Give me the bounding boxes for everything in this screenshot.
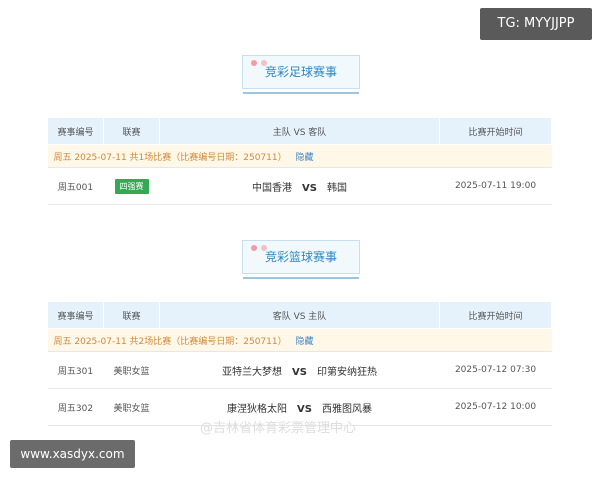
match-id: 周五001	[47, 167, 104, 205]
match-time: 2025-07-12 10:00	[439, 388, 552, 426]
col-teams: 客队 VS 主队	[159, 301, 440, 329]
match-teams: 亚特兰大梦想 VS 印第安纳狂热	[159, 351, 440, 389]
decor-dots	[251, 231, 271, 263]
tg-watermark: TG: MYYJJPP	[480, 8, 592, 40]
vs-label: VS	[292, 366, 307, 378]
col-match-id: 赛事编号	[47, 117, 104, 145]
away-team: 康涅狄格太阳	[227, 403, 288, 415]
vs-label: VS	[297, 403, 312, 415]
decor-dots	[251, 46, 271, 78]
home-team: 印第安纳狂热	[316, 366, 377, 378]
football-section-title: 竞彩足球赛事	[242, 55, 360, 94]
basketball-date-text: 周五 2025-07-11 共2场比赛（比赛编号日期：250711）	[53, 336, 287, 347]
league-name: 美职女篮	[103, 388, 160, 426]
match-time: 2025-07-11 19:00	[439, 167, 552, 205]
league-badge: 四强赛	[114, 178, 149, 194]
col-league: 联赛	[103, 117, 160, 145]
basketball-date-row: 周五 2025-07-11 共2场比赛（比赛编号日期：250711） 隐藏	[47, 328, 552, 352]
match-id: 周五302	[47, 388, 104, 426]
away-team: 亚特兰大梦想	[222, 366, 283, 378]
table-row: 周五001 四强赛 中国香港 VS 韩国 2025-07-11 19:00	[47, 167, 552, 205]
home-team: 中国香港	[252, 182, 293, 194]
football-table: 赛事编号 联赛 主队 VS 客队 比赛开始时间 周五 2025-07-11 共1…	[47, 117, 552, 205]
basketball-header-row: 赛事编号 联赛 客队 VS 主队 比赛开始时间	[47, 301, 552, 329]
football-title-text: 竞彩足球赛事	[264, 65, 337, 79]
weibo-watermark: @吉林省体育彩票管理中心	[200, 421, 357, 436]
col-teams: 主队 VS 客队	[159, 117, 440, 145]
league-name: 美职女篮	[103, 351, 160, 389]
col-start-time: 比赛开始时间	[439, 117, 552, 145]
col-match-id: 赛事编号	[47, 301, 104, 329]
col-start-time: 比赛开始时间	[439, 301, 552, 329]
basketball-section-title: 竞彩篮球赛事	[242, 240, 360, 279]
match-id: 周五301	[47, 351, 104, 389]
football-date-text: 周五 2025-07-11 共1场比赛（比赛编号日期：250711）	[53, 152, 287, 163]
away-team: 韩国	[326, 182, 347, 194]
match-time: 2025-07-12 07:30	[439, 351, 552, 389]
home-team: 西雅图风暴	[321, 403, 372, 415]
table-row: 周五301 美职女篮 亚特兰大梦想 VS 印第安纳狂热 2025-07-12 07:…	[47, 351, 552, 389]
site-watermark: www.xasdyx.com	[10, 440, 135, 468]
match-teams: 中国香港 VS 韩国	[159, 167, 440, 205]
football-header-row: 赛事编号 联赛 主队 VS 客队 比赛开始时间	[47, 117, 552, 145]
vs-label: VS	[302, 182, 317, 194]
football-date-row: 周五 2025-07-11 共1场比赛（比赛编号日期：250711） 隐藏	[47, 144, 552, 168]
basketball-title-text: 竞彩篮球赛事	[264, 250, 337, 264]
basketball-table: 赛事编号 联赛 客队 VS 主队 比赛开始时间 周五 2025-07-11 共2…	[47, 301, 552, 426]
col-league: 联赛	[103, 301, 160, 329]
basketball-hide-link[interactable]: 隐藏	[295, 337, 313, 347]
football-hide-link[interactable]: 隐藏	[295, 153, 313, 163]
